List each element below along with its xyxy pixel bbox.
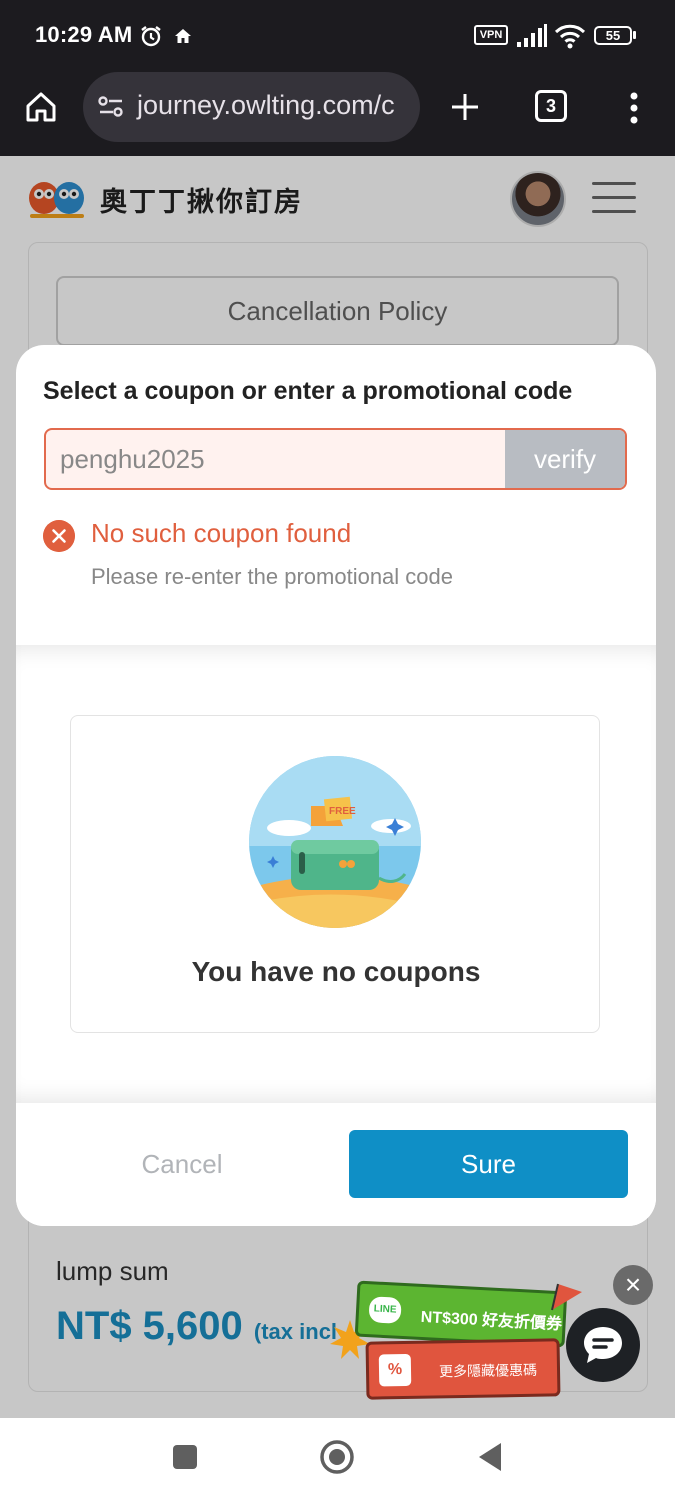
vpn-icon: VPN	[474, 25, 508, 45]
flag-icon	[551, 1283, 582, 1311]
modal-footer: Cancel Sure	[16, 1103, 656, 1226]
hidden-deals-text: 更多隱藏優惠碼	[438, 1361, 538, 1380]
error-icon	[43, 520, 75, 552]
gift-icon: %	[378, 1353, 412, 1387]
empty-coupons-message: You have no coupons	[191, 956, 481, 987]
promo-code-field: verify	[44, 428, 627, 490]
empty-coupons-card: FREE You have no coupons	[70, 715, 600, 1033]
browser-home-icon[interactable]	[24, 90, 58, 124]
close-icon[interactable]: ×	[613, 1265, 653, 1305]
line-icon: LINE	[368, 1296, 402, 1324]
status-time: 10:29 AM	[35, 22, 133, 47]
error-message: No such coupon found	[91, 518, 352, 548]
coupon-modal: Select a coupon or enter a promotional c…	[16, 345, 656, 1226]
home-status-icon	[175, 29, 191, 43]
promo-banner[interactable]: LINE NT$300 好友折價券 % 更多隱藏優惠碼	[330, 1280, 582, 1405]
recents-icon[interactable]	[173, 1445, 197, 1469]
home-nav-icon[interactable]	[319, 1439, 355, 1475]
cancel-button[interactable]: Cancel	[42, 1130, 322, 1198]
signal-icon	[517, 24, 547, 47]
chat-button[interactable]	[566, 1308, 640, 1382]
tab-switcher-button[interactable]: 3	[535, 90, 567, 122]
url-bar[interactable]: journey.owlting.com/c	[83, 72, 420, 142]
battery-cap	[633, 31, 636, 39]
status-bar: 10:29 AM VPN 55	[0, 0, 675, 72]
empty-coupon-illustration: FREE	[249, 756, 421, 928]
illustration-tag-text: FREE	[329, 806, 356, 817]
browser-toolbar: journey.owlting.com/c 3	[0, 72, 675, 156]
line-friend-coupon[interactable]: LINE NT$300 好友折價券	[354, 1280, 568, 1348]
back-icon[interactable]	[476, 1441, 504, 1473]
url-text: journey.owlting.com/c	[137, 90, 395, 120]
site-settings-icon[interactable]	[98, 96, 124, 118]
system-nav-bar	[0, 1418, 675, 1500]
hidden-deals-coupon[interactable]: % 更多隱藏優惠碼	[365, 1338, 561, 1400]
wifi-icon	[554, 24, 586, 49]
error-hint: Please re-enter the promotional code	[91, 564, 453, 589]
modal-title: Select a coupon or enter a promotional c…	[43, 377, 573, 405]
verify-button[interactable]: verify	[505, 430, 625, 488]
chat-bubble-icon	[584, 1327, 622, 1363]
alarm-icon	[141, 26, 161, 47]
friend-coupon-text: NT$300 好友折價券	[420, 1308, 563, 1334]
more-menu-icon[interactable]	[628, 92, 640, 124]
sure-button[interactable]: Sure	[349, 1130, 628, 1198]
promo-code-input[interactable]	[46, 430, 506, 488]
battery-icon: 55	[594, 26, 632, 45]
coupon-list-area: FREE You have no coupons	[16, 645, 656, 1103]
screen: 10:29 AM VPN 55 journey.owlting.com/c 3 …	[0, 0, 675, 1500]
new-tab-icon[interactable]	[450, 92, 480, 122]
